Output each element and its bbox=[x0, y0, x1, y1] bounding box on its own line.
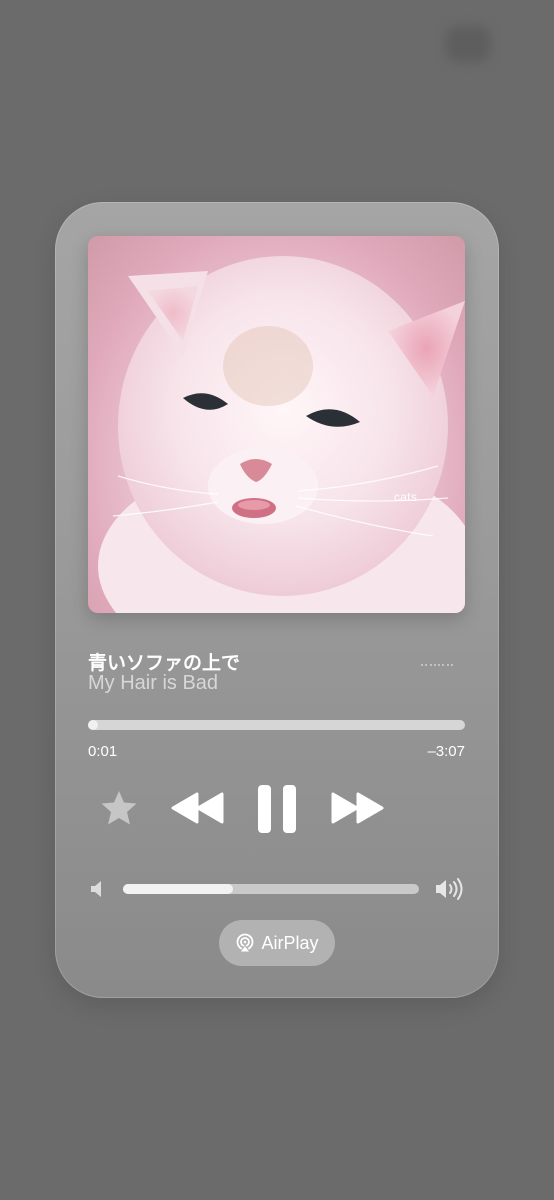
next-track-button[interactable] bbox=[330, 792, 384, 824]
fast-forward-icon bbox=[331, 792, 384, 824]
album-artwork: cats bbox=[88, 236, 465, 613]
volume-low-icon bbox=[90, 880, 106, 898]
blurred-background-element bbox=[446, 26, 490, 62]
cat-illustration bbox=[98, 256, 465, 613]
album-art-caption: cats bbox=[394, 490, 418, 504]
previous-track-button[interactable] bbox=[171, 792, 225, 824]
star-icon bbox=[101, 791, 137, 825]
volume-high-icon bbox=[435, 877, 465, 901]
rewind-icon bbox=[171, 792, 224, 824]
remaining-time: –3:07 bbox=[427, 743, 465, 760]
elapsed-time: 0:01 bbox=[88, 743, 118, 760]
artist-name[interactable]: My Hair is Bad bbox=[88, 672, 218, 695]
pause-icon bbox=[258, 785, 296, 833]
volume-level-fill bbox=[123, 884, 233, 894]
song-title: 青いソファの上で bbox=[88, 652, 241, 674]
play-pause-button[interactable] bbox=[256, 784, 298, 834]
playback-progress-fill bbox=[88, 720, 98, 730]
airplay-icon bbox=[237, 933, 254, 953]
now-playing-card: cats 青いソファの上で My Hair is Bad 0:01 –3:07 bbox=[55, 202, 499, 998]
airplay-label: AirPlay bbox=[261, 932, 319, 953]
playback-scrubber[interactable] bbox=[88, 720, 465, 730]
more-options-button[interactable] bbox=[421, 660, 453, 670]
favorite-button[interactable] bbox=[99, 788, 139, 828]
airplay-button[interactable]: AirPlay bbox=[219, 920, 335, 966]
volume-slider[interactable] bbox=[123, 884, 419, 894]
